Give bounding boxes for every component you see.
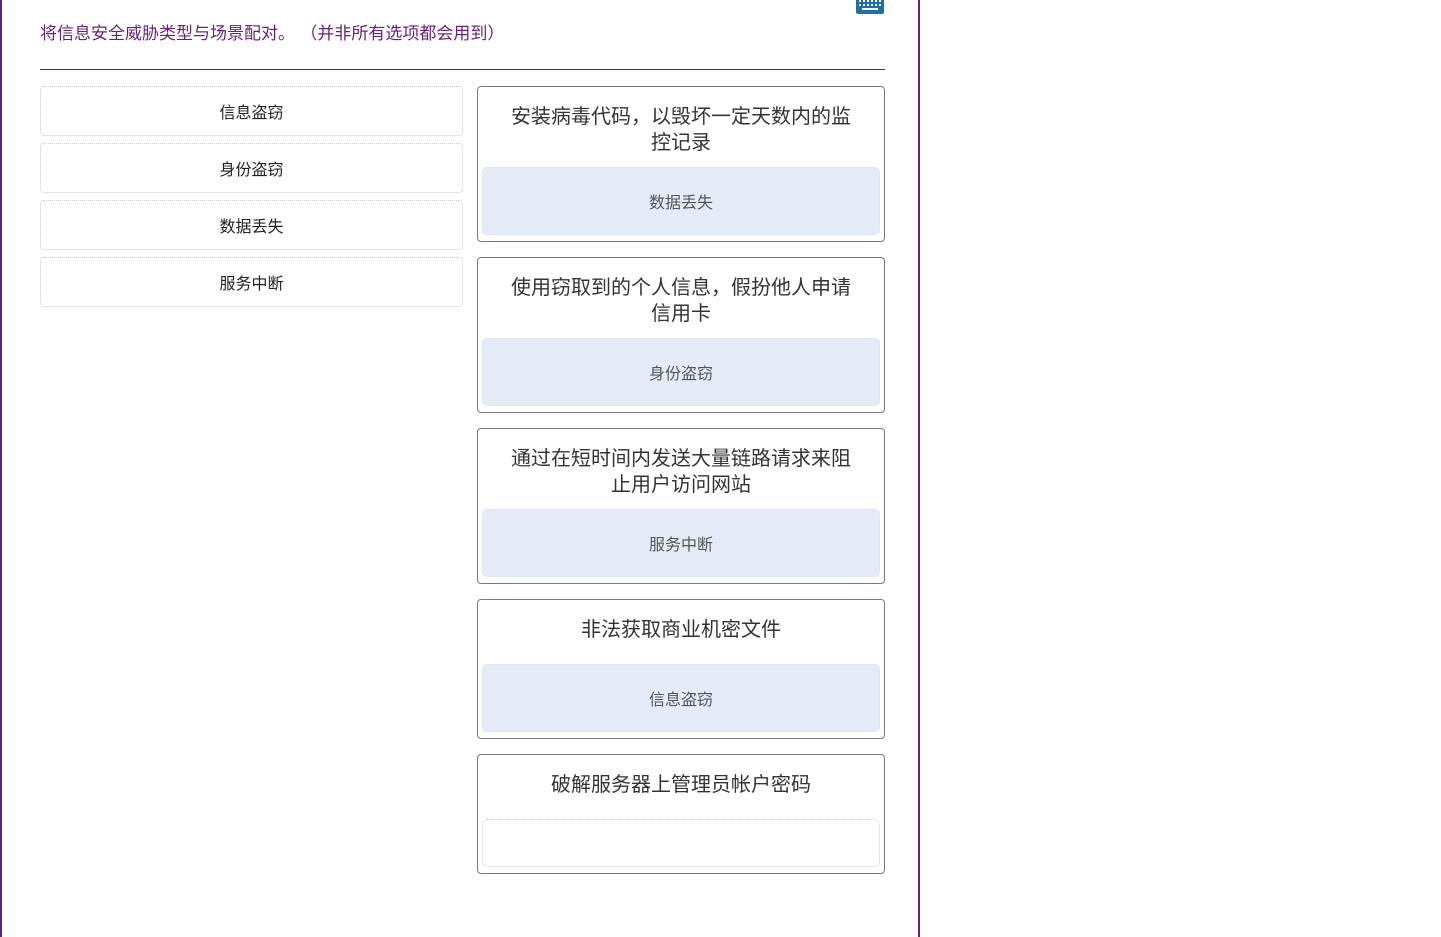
- scenario-text: 非法获取商业机密文件: [581, 617, 781, 641]
- target-card: 通过在短时间内发送大量链路请求来阻止用户访问网站 服务中断: [477, 428, 885, 584]
- option-item[interactable]: 身份盗窃: [40, 143, 463, 193]
- target-card: 非法获取商业机密文件 信息盗窃: [477, 599, 885, 739]
- keyboard-button[interactable]: [854, 0, 886, 18]
- drop-zone[interactable]: 数据丢失: [482, 167, 880, 235]
- option-item[interactable]: 信息盗窃: [40, 86, 463, 136]
- scenario-text: 破解服务器上管理员帐户密码: [551, 772, 811, 796]
- activity-panel: 将信息安全威胁类型与场景配对。 （并非所有选项都会用到） 信息盗窃 身份盗窃 数…: [0, 0, 920, 937]
- option-list: 信息盗窃 身份盗窃 数据丢失 服务中断: [40, 86, 463, 314]
- option-item[interactable]: 数据丢失: [40, 200, 463, 250]
- divider: [40, 69, 885, 70]
- scenario-text: 使用窃取到的个人信息，假扮他人申请信用卡: [511, 275, 851, 325]
- option-item[interactable]: 服务中断: [40, 257, 463, 307]
- drop-zone[interactable]: 服务中断: [482, 509, 880, 577]
- instruction-text: 将信息安全威胁类型与场景配对。 （并非所有选项都会用到）: [40, 24, 505, 44]
- target-card: 破解服务器上管理员帐户密码: [477, 754, 885, 874]
- scenario-text: 安装病毒代码，以毁坏一定天数内的监控记录: [511, 104, 851, 154]
- target-card: 使用窃取到的个人信息，假扮他人申请信用卡 身份盗窃: [477, 257, 885, 413]
- drop-zone-empty[interactable]: [482, 819, 880, 867]
- drop-zone[interactable]: 身份盗窃: [482, 338, 880, 406]
- target-list: 安装病毒代码，以毁坏一定天数内的监控记录 数据丢失 使用窃取到的个人信息，假扮他…: [477, 86, 885, 889]
- drop-zone[interactable]: 信息盗窃: [482, 664, 880, 732]
- target-card: 安装病毒代码，以毁坏一定天数内的监控记录 数据丢失: [477, 86, 885, 242]
- scenario-text: 通过在短时间内发送大量链路请求来阻止用户访问网站: [511, 446, 851, 496]
- keyboard-icon: [855, 0, 885, 19]
